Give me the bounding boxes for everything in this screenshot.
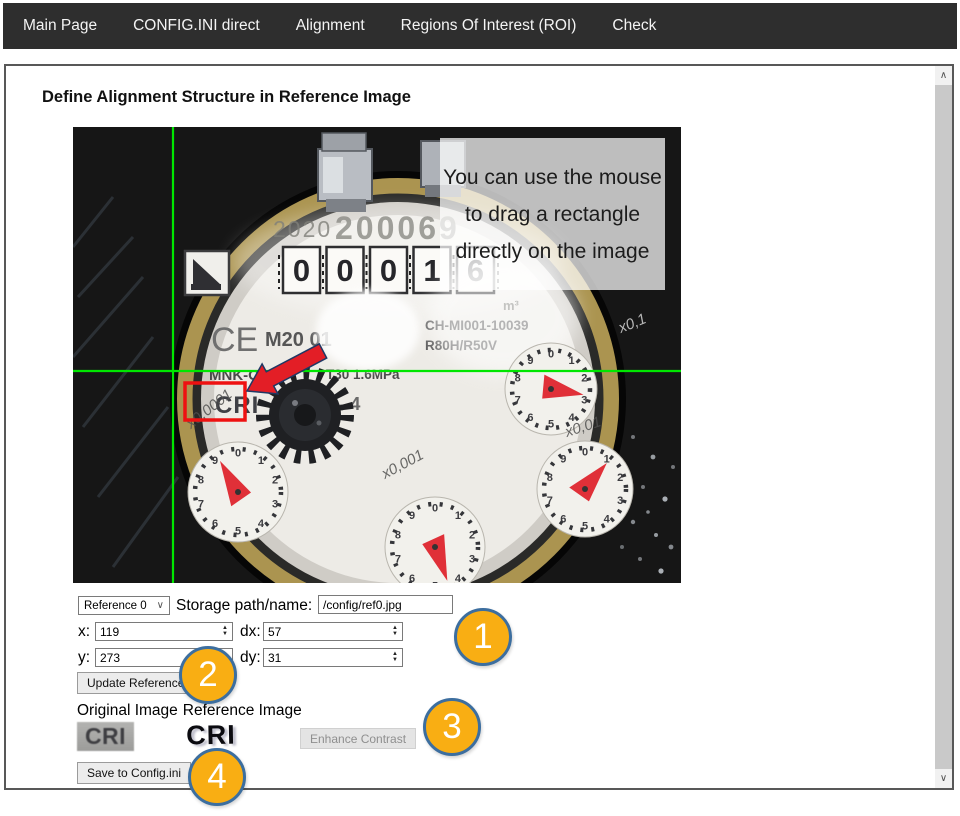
dy-label: dy: xyxy=(240,649,261,667)
reference-image-label: Reference Image xyxy=(183,702,302,720)
scroll-up-icon[interactable]: ∧ xyxy=(935,66,952,85)
dial-digit: 6 xyxy=(409,573,415,583)
original-image-label: Original Image xyxy=(77,702,178,720)
reference-select[interactable]: Reference 0 ∨ xyxy=(78,596,170,615)
dial-digit: 7 xyxy=(515,394,521,406)
reference-select-value: Reference 0 xyxy=(84,600,147,612)
dial-digit: 1 xyxy=(569,355,575,367)
digit-2: 0 xyxy=(380,253,397,288)
enhance-contrast-button[interactable]: Enhance Contrast xyxy=(300,728,416,749)
x-input-field[interactable] xyxy=(96,623,218,640)
ce-mark: CE xyxy=(211,321,258,359)
dial-x00001: 0 12 34 5 67 89 xyxy=(188,442,288,542)
save-to-config-button[interactable]: Save to Config.ini xyxy=(77,762,191,784)
step-badge-4: 4 xyxy=(188,748,246,806)
dial-digit: 3 xyxy=(581,394,587,406)
dial-digit: 5 xyxy=(582,521,588,533)
dial-digit: 0 xyxy=(432,503,438,515)
update-reference-button[interactable]: Update Reference xyxy=(77,672,194,694)
metrology-mark-icon xyxy=(185,251,229,295)
storage-path-input[interactable] xyxy=(318,595,453,614)
dial-digit: 2 xyxy=(581,373,587,385)
dial-digit: 0 xyxy=(235,448,241,460)
vertical-scrollbar[interactable]: ∧ ∨ xyxy=(935,66,952,788)
storage-path-label: Storage path/name: xyxy=(176,597,312,615)
dial-digit: 6 xyxy=(212,518,218,530)
dial-digit: 9 xyxy=(212,455,218,467)
spinner-down-icon[interactable]: ▼ xyxy=(222,632,228,637)
dial-digit: 0 xyxy=(582,447,588,459)
dial-digit: 0 xyxy=(548,349,554,361)
dial-digit: 2 xyxy=(272,474,278,486)
scroll-down-icon[interactable]: ∨ xyxy=(935,769,952,788)
x-input[interactable]: ▲ ▼ xyxy=(95,622,233,641)
dial-digit: 1 xyxy=(258,455,264,467)
step-badge-3: 3 xyxy=(423,698,481,756)
nav-item-alignment[interactable]: Alignment xyxy=(296,17,365,35)
y-label: y: xyxy=(78,649,90,667)
dial-digit: 2 xyxy=(469,529,475,541)
dial-digit: 7 xyxy=(395,554,401,566)
drag-hint-overlay: You can use the mouse to drag a rectangl… xyxy=(440,138,665,290)
step-badge-2: 2 xyxy=(179,646,237,704)
dial-digit: 7 xyxy=(547,495,553,507)
dial-digit: 1 xyxy=(455,510,461,522)
reference-crop-thumbnail: CRI xyxy=(178,718,245,751)
dial-digit: 1 xyxy=(604,454,610,466)
dial-digit: 3 xyxy=(617,495,623,507)
dial-digit: 3 xyxy=(469,554,475,566)
spinner-down-icon[interactable]: ▼ xyxy=(392,658,398,663)
crop-section-labels: Original Image Reference Image xyxy=(77,702,302,720)
dial-digit: 4 xyxy=(258,518,265,530)
dial-digit: 9 xyxy=(560,454,566,466)
nav-item-config-ini[interactable]: CONFIG.INI direct xyxy=(133,17,260,35)
dial-digit: 9 xyxy=(409,510,415,522)
dial-digit: 9 xyxy=(527,355,533,367)
dial-digit: 3 xyxy=(272,499,278,511)
dial-digit: 6 xyxy=(527,412,533,424)
nav-item-roi[interactable]: Regions Of Interest (ROI) xyxy=(401,17,577,35)
page: Main Page CONFIG.INI direct Alignment Re… xyxy=(0,0,960,816)
dial-digit: 6 xyxy=(560,513,566,525)
digit-1: 0 xyxy=(336,253,353,288)
etched-year: 2020 xyxy=(273,216,332,242)
dial-digit: 8 xyxy=(395,529,401,541)
dial-digit: 5 xyxy=(548,419,554,431)
dial-digit: 5 xyxy=(235,526,241,538)
dial-digit: 8 xyxy=(198,474,204,486)
dial-digit: 7 xyxy=(198,499,204,511)
dial-x001: 0 12 34 5 67 89 xyxy=(537,441,633,537)
dial-digit: 8 xyxy=(515,373,521,385)
page-title: Define Alignment Structure in Reference … xyxy=(42,88,411,107)
x-spinner[interactable]: ▲ ▼ xyxy=(218,623,232,640)
dx-label: dx: xyxy=(240,623,261,641)
chevron-down-icon: ∨ xyxy=(157,600,164,611)
dy-input-field[interactable] xyxy=(264,649,388,666)
dial-digit: 5 xyxy=(432,581,438,584)
reference-image[interactable]: 2020 200069 0 xyxy=(73,127,681,583)
dial-digit: 4 xyxy=(604,513,611,525)
dx-spinner[interactable]: ▲ ▼ xyxy=(388,623,402,640)
digit-0: 0 xyxy=(293,253,310,288)
digit-3: 1 xyxy=(423,253,440,288)
dy-input[interactable]: ▲ ▼ xyxy=(263,648,403,667)
dial-digit: 4 xyxy=(455,573,462,583)
original-crop-thumbnail: CRI xyxy=(77,722,134,751)
dial-digit: 2 xyxy=(617,472,623,484)
dx-input-field[interactable] xyxy=(264,623,388,640)
spinner-down-icon[interactable]: ▼ xyxy=(392,632,398,637)
dx-input[interactable]: ▲ ▼ xyxy=(263,622,403,641)
dial-digit: 8 xyxy=(547,472,553,484)
scrollbar-thumb[interactable] xyxy=(935,85,952,769)
nav-item-check[interactable]: Check xyxy=(612,17,656,35)
nav-bar: Main Page CONFIG.INI direct Alignment Re… xyxy=(3,3,957,49)
nav-item-main-page[interactable]: Main Page xyxy=(23,17,97,35)
x-label: x: xyxy=(78,623,90,641)
step-badge-1: 1 xyxy=(454,608,512,666)
dy-spinner[interactable]: ▲ ▼ xyxy=(388,649,402,666)
